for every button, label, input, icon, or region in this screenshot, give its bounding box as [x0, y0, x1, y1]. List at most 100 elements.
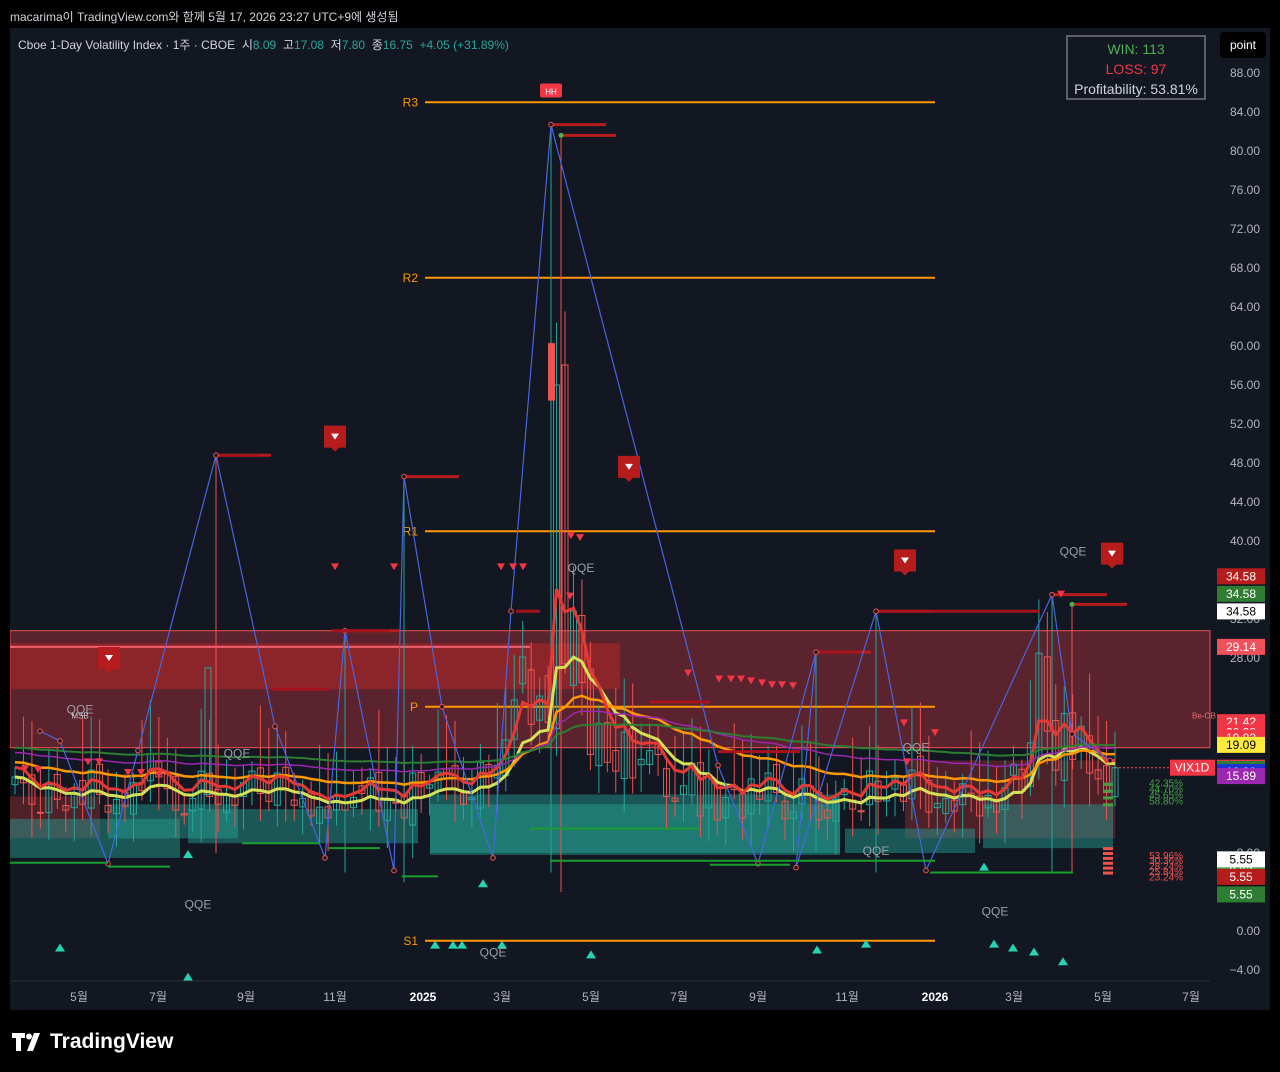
- pivot-label-r2: R2: [403, 271, 419, 285]
- win-loss-panel: WIN: 113 LOSS: 97 Profitability: 53.81%: [1066, 35, 1206, 100]
- x-tick-label: 5월: [1094, 990, 1112, 1004]
- loss-count: LOSS: 97: [1105, 61, 1167, 77]
- zone-label: MSB: [71, 711, 88, 720]
- y-tick-label: 44.00: [1230, 495, 1260, 509]
- open-label: 시: [241, 38, 253, 52]
- qqe-label: QQE: [1060, 545, 1087, 559]
- zigzag-point: [439, 703, 445, 710]
- vix1d-label: VIX1D: [1175, 761, 1210, 775]
- price-badge-text: 5.55: [1229, 887, 1253, 901]
- x-tick-label: 2025: [410, 990, 437, 1004]
- zigzag-point: [793, 864, 799, 871]
- chart-canvas[interactable]: R3R2R1PS1QQEQQEQQEQQEQQEQQEQQEQQEQQEMSBH…: [10, 28, 1270, 1010]
- zigzag-point: [873, 608, 879, 615]
- x-tick-label: 5월: [70, 990, 88, 1004]
- x-tick-label: 2026: [922, 990, 949, 1004]
- hh-label: HH: [545, 88, 557, 97]
- y-tick-label: 72.00: [1230, 222, 1260, 236]
- point-button[interactable]: point: [1220, 32, 1266, 58]
- y-tick-label: 40.00: [1230, 534, 1260, 548]
- stack-marker: [1103, 847, 1113, 851]
- y-tick-label: 80.00: [1230, 144, 1260, 158]
- y-tick-label: 64.00: [1230, 300, 1260, 314]
- price-badge-text: 34.58: [1226, 587, 1256, 601]
- stack-marker: [1103, 866, 1113, 870]
- chart-pane[interactable]: R3 R2 R1 P S1 QQE QQE QQE QQE QQE QQE QQE QQE QQE MSB H…: [10, 28, 1270, 1010]
- win-count: WIN: 113: [1107, 41, 1165, 57]
- zigzag-point: [1107, 757, 1113, 764]
- pivot-label-s1: S1: [403, 934, 418, 948]
- zigzag-point: [213, 452, 219, 459]
- snapshot-caption: macarima이 TradingView.com와 함께 5월 17, 202…: [10, 10, 399, 24]
- low-label: 저: [330, 38, 342, 52]
- price-badges: 34.5834.5834.5829.1421.4220.3819.8219.09…: [1217, 568, 1265, 903]
- y-tick-label: 68.00: [1230, 261, 1260, 275]
- big-red-candle: [548, 343, 555, 401]
- demand-zone: [983, 804, 1113, 849]
- x-tick-label: 9월: [237, 990, 255, 1004]
- x-tick-label: 11월: [323, 990, 347, 1004]
- pivot-label-r3: R3: [403, 95, 419, 109]
- qqe-label: QQE: [568, 561, 595, 575]
- x-tick-label: 5월: [582, 990, 600, 1004]
- zigzag-point: [715, 762, 721, 769]
- zigzag-point: [401, 473, 407, 480]
- pivot-label-p: P: [410, 700, 418, 714]
- qqe-label: QQE: [480, 945, 507, 959]
- tradingview-wordmark: TradingView: [50, 1030, 174, 1053]
- stack-marker: [1103, 782, 1113, 786]
- stack-marker: [1103, 852, 1113, 856]
- y-tick-label: 48.00: [1230, 456, 1260, 470]
- price-badge-text: 15.89: [1226, 769, 1256, 783]
- high-label: 고: [282, 38, 294, 52]
- x-tick-label: 7월: [1182, 990, 1200, 1004]
- price-badge-text: 19.09: [1226, 738, 1256, 752]
- pivot-label-r1: R1: [403, 524, 419, 538]
- qqe-label: QQE: [224, 746, 251, 760]
- x-tick-label: 3월: [1005, 990, 1023, 1004]
- price-badge-text: 34.58: [1226, 604, 1256, 618]
- close-value: 16.75: [382, 38, 413, 52]
- zigzag-point: [923, 867, 929, 874]
- qqe-label: QQE: [863, 844, 890, 858]
- y-tick-label: 52.00: [1230, 417, 1260, 431]
- qqe-label: QQE: [185, 898, 212, 912]
- price-badge-text: 5.55: [1229, 852, 1253, 866]
- tradingview-logo[interactable]: TradingView: [12, 1028, 173, 1056]
- symbol-legend: Cboe 1-Day Volatility Index · 1주 · CBOE …: [18, 36, 509, 53]
- zigzag-point: [135, 747, 141, 754]
- x-tick-label: 9월: [749, 990, 767, 1004]
- symbol-name[interactable]: Cboe 1-Day Volatility Index · 1주 · CBOE: [18, 38, 235, 52]
- price-badge-text: 5.55: [1229, 870, 1253, 884]
- zigzag-point: [1069, 731, 1075, 737]
- price-badge-text: 34.58: [1226, 569, 1256, 583]
- stack-marker: [1103, 789, 1113, 793]
- high-value: 17.08: [293, 38, 324, 52]
- zigzag-point: [1049, 591, 1055, 598]
- percent-label: 23.24%: [1149, 872, 1183, 883]
- zigzag-point: [37, 728, 43, 734]
- stack-marker: [1103, 871, 1113, 875]
- profitability-value: Profitability: 53.81%: [1074, 81, 1198, 97]
- y-tick-label: −4.00: [1230, 963, 1261, 977]
- x-tick-label: 7월: [149, 990, 167, 1004]
- qqe-label: QQE: [982, 904, 1009, 918]
- zigzag-point: [813, 649, 819, 655]
- close-label: 종: [371, 38, 383, 52]
- zigzag-point: [322, 855, 328, 861]
- open-value: 8.09: [252, 38, 277, 52]
- demand-zone-main: [430, 794, 840, 855]
- zigzag-point: [57, 738, 63, 744]
- y-tick-label: 84.00: [1230, 105, 1260, 119]
- zigzag-point: [508, 608, 514, 615]
- zigzag-point: [272, 723, 278, 730]
- zigzag-point: [391, 867, 397, 874]
- zigzag-point: [548, 121, 554, 128]
- zone-label: Be-OB: [1192, 711, 1216, 720]
- x-tick-label: 7월: [670, 990, 688, 1004]
- swing-point: [558, 132, 564, 138]
- percent-label: 58.80%: [1149, 796, 1183, 807]
- y-tick-label: 88.00: [1230, 66, 1260, 80]
- y-tick-label: 76.00: [1230, 183, 1260, 197]
- low-value: 7.80: [341, 38, 366, 52]
